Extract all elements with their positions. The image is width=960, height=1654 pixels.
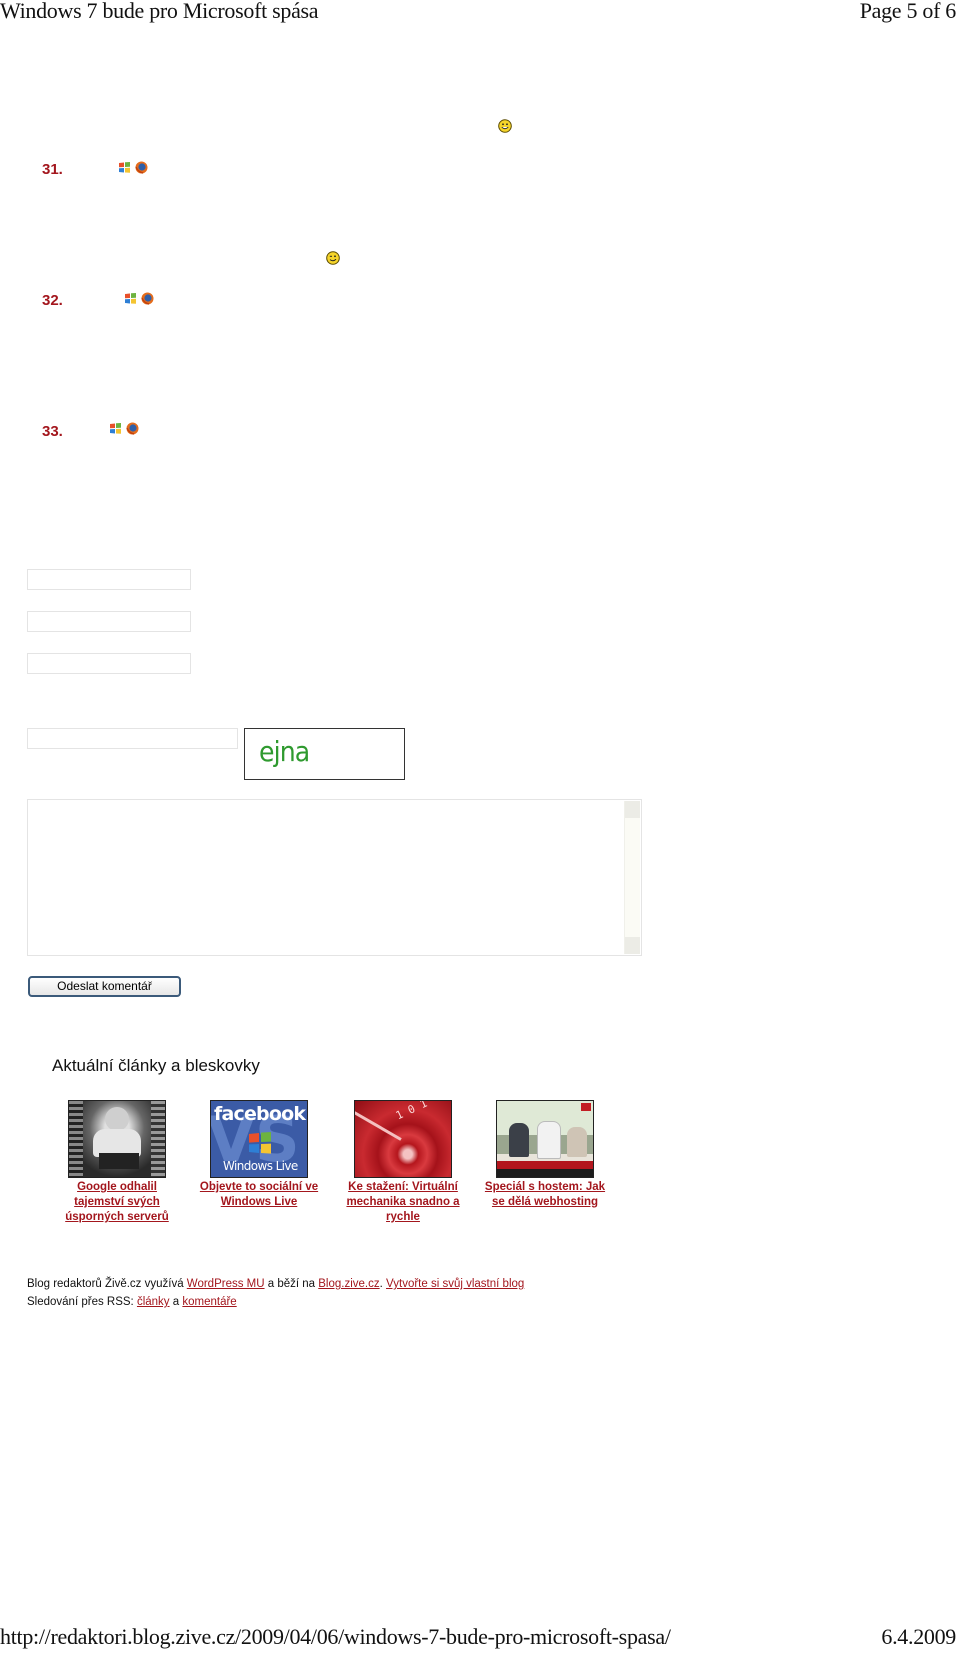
website-field[interactable] bbox=[27, 653, 191, 674]
news-thumbnail-server-photo[interactable] bbox=[68, 1100, 166, 1178]
page-title: Windows 7 bude pro Microsoft spása bbox=[0, 0, 319, 23]
windows-icon bbox=[110, 423, 121, 435]
comment-number[interactable]: 31. bbox=[42, 161, 63, 178]
news-thumbnail-red-cd-disc[interactable]: 1 0 1 bbox=[354, 1100, 452, 1178]
news-card[interactable]: Speciál s hostem: Jak se dělá webhosting bbox=[480, 1100, 610, 1210]
news-link[interactable]: Objevte to sociální ve Windows Live bbox=[194, 1180, 324, 1210]
comment-meta-icons bbox=[118, 159, 148, 177]
news-card[interactable]: Google odhalil tajemství svých úsporných… bbox=[52, 1100, 182, 1225]
submit-comment-button[interactable]: Odeslat komentář bbox=[28, 976, 181, 997]
print-date: 6.4.2009 bbox=[881, 1624, 956, 1649]
windows-icon bbox=[119, 162, 130, 174]
news-link[interactable]: Ke stažení: Virtuální mechanika snadno a… bbox=[338, 1180, 468, 1225]
footer-text: Sledování přes RSS: bbox=[27, 1296, 137, 1308]
email-field[interactable] bbox=[27, 611, 191, 632]
firefox-icon bbox=[135, 161, 148, 175]
page-url: http://redaktori.blog.zive.cz/2009/04/06… bbox=[0, 1624, 671, 1649]
footer-rss: Sledování přes RSS: články a komentáře bbox=[27, 1293, 237, 1311]
footer-text: Blog redaktorů Živě.cz využívá bbox=[27, 1278, 187, 1290]
news-card[interactable]: 1 0 1 Ke stažení: Virtuální mechanika sn… bbox=[338, 1100, 468, 1225]
news-card[interactable]: VS facebook Windows Live Objevte to soci… bbox=[194, 1100, 324, 1210]
footer-powered-by: Blog redaktorů Živě.cz využívá WordPress… bbox=[27, 1275, 524, 1293]
smile-icon bbox=[498, 119, 512, 133]
wordpress-link[interactable]: WordPress MU bbox=[187, 1278, 265, 1290]
news-link[interactable]: Speciál s hostem: Jak se dělá webhosting bbox=[480, 1180, 610, 1210]
page-indicator: Page 5 of 6 bbox=[859, 0, 957, 23]
wink-icon bbox=[326, 251, 340, 265]
comment-number[interactable]: 33. bbox=[42, 423, 63, 440]
firefox-icon bbox=[141, 292, 154, 306]
firefox-icon bbox=[126, 422, 139, 436]
scroll-up-button[interactable] bbox=[625, 801, 640, 818]
footer-text: a bbox=[169, 1296, 183, 1308]
name-field[interactable] bbox=[27, 569, 191, 590]
footer-text: a běží na bbox=[264, 1278, 319, 1290]
news-thumbnail-video-interview[interactable] bbox=[496, 1100, 594, 1178]
scroll-down-button[interactable] bbox=[625, 937, 640, 954]
comment-meta-icons bbox=[109, 420, 139, 438]
rss-comments-link[interactable]: komentáře bbox=[182, 1296, 236, 1308]
captcha-image: ejna bbox=[244, 728, 405, 780]
windows-icon bbox=[125, 293, 136, 305]
comment-meta-icons bbox=[124, 290, 154, 308]
rss-articles-link[interactable]: články bbox=[137, 1296, 170, 1308]
blog-zive-link[interactable]: Blog.zive.cz bbox=[318, 1278, 379, 1290]
comment-number[interactable]: 32. bbox=[42, 292, 63, 309]
news-thumbnail-facebook-vs-windows-live[interactable]: VS facebook Windows Live bbox=[210, 1100, 308, 1178]
captcha-input[interactable] bbox=[27, 728, 238, 749]
comment-textarea[interactable] bbox=[27, 799, 642, 956]
create-blog-link[interactable]: Vytvořte si svůj vlastní blog bbox=[386, 1278, 524, 1290]
captcha-image-text: ejna bbox=[259, 735, 310, 768]
textarea-scrollbar[interactable] bbox=[624, 801, 640, 954]
news-section-title: Aktuální články a bleskovky bbox=[52, 1056, 260, 1075]
news-link[interactable]: Google odhalil tajemství svých úsporných… bbox=[52, 1180, 182, 1225]
